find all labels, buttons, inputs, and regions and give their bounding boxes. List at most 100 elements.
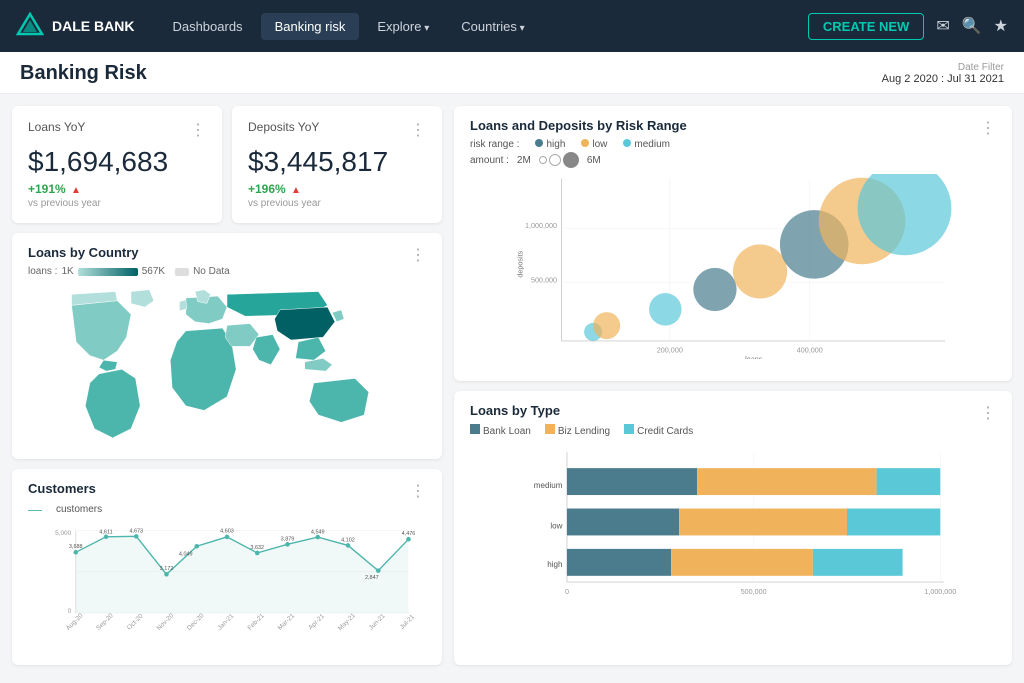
customers-chart-svg: 5,000 0 [28,526,426,636]
date-filter[interactable]: Date Filter Aug 2 2020 : Jul 31 2021 [882,62,1004,85]
bar-medium-biz [697,468,876,495]
svg-text:4,673: 4,673 [129,528,143,534]
loans-by-country-card: Loans by Country loans : 1K 567K No Data… [12,233,442,459]
svg-text:Nov-20: Nov-20 [156,612,176,632]
deposits-yoy-value: $3,445,817 [248,146,426,178]
logo-icon [16,12,44,40]
customers-legend-label: customers [56,504,102,515]
deposits-yoy-card: Deposits YoY ⋮ $3,445,817 +196% ▲ vs pre… [232,106,442,223]
svg-text:4,603: 4,603 [220,528,234,534]
scatter-svg: 1,000,000 500,000 200,000 400,000 loans … [470,174,996,359]
create-new-button[interactable]: CREATE NEW [808,13,924,40]
world-map [28,287,426,447]
scatter-card: Loans and Deposits by Risk Range risk ra… [454,106,1012,381]
bar-chart-svg: medium low high 0 500,000 1,000,000 [470,443,996,618]
bar-legend-bank: Bank Loan [470,424,531,437]
svg-text:low: low [550,521,562,530]
deposits-yoy-sub: vs previous year [248,198,426,209]
loans-yoy-sub: vs previous year [28,198,206,209]
svg-text:deposits: deposits [516,250,525,277]
scatter-legend-low: low [581,139,607,150]
svg-text:Jun-21: Jun-21 [368,612,387,631]
loans-by-type-card: Loans by Type Bank Loan Biz Lending Cred… [454,391,1012,666]
page-header: Banking Risk Date Filter Aug 2 2020 : Ju… [0,52,1024,94]
logo[interactable]: DALE BANK [16,12,134,40]
svg-text:4,102: 4,102 [341,538,355,544]
star-icon[interactable]: ★ [994,16,1008,36]
customers-legend: — customers [28,502,102,516]
svg-text:Dec-20: Dec-20 [186,612,206,632]
date-filter-label: Date Filter [882,62,1004,73]
bar-low-credit [847,508,940,535]
svg-text:loans: loans [745,355,763,359]
nav-countries[interactable]: Countries [447,13,538,40]
date-filter-value: Aug 2 2020 : Jul 31 2021 [882,73,1004,85]
svg-text:Jan-21: Jan-21 [217,612,236,631]
svg-text:4,049: 4,049 [179,551,193,557]
bar-medium-bank [567,468,697,495]
nav-explore[interactable]: Explore [363,13,443,40]
svg-text:4,476: 4,476 [402,531,416,537]
svg-text:Oct-20: Oct-20 [126,613,145,632]
svg-text:Mar-21: Mar-21 [277,612,297,632]
bar-high-credit [813,548,903,575]
svg-text:0: 0 [565,587,569,595]
svg-text:2,847: 2,847 [365,575,379,581]
customers-menu[interactable]: ⋮ [410,481,426,501]
bar-chart-title: Loans by Type [470,403,693,418]
deposits-yoy-menu[interactable]: ⋮ [410,120,426,140]
svg-text:1,000,000: 1,000,000 [525,221,557,230]
map-menu[interactable]: ⋮ [410,245,426,265]
search-icon[interactable]: 🔍 [962,16,982,36]
nav-icon-group: ✉ 🔍 ★ [936,16,1008,36]
bar-low-biz [679,508,847,535]
left-column: Loans YoY ⋮ $1,694,683 +191% ▲ vs previo… [12,106,442,665]
mail-icon[interactable]: ✉ [936,16,949,36]
nav-links: Dashboards Banking risk Explore Countrie… [158,13,924,40]
kpi-row: Loans YoY ⋮ $1,694,683 +191% ▲ vs previo… [12,106,442,223]
bar-high-biz [671,548,813,575]
map-legend: loans : 1K 567K No Data [28,266,230,277]
bar-legend-biz: Biz Lending [545,424,610,437]
map-legend-nodata: No Data [193,266,230,277]
svg-text:May-21: May-21 [337,612,357,632]
svg-text:500,000: 500,000 [531,275,557,284]
svg-text:Sep-20: Sep-20 [95,612,115,632]
navbar: DALE BANK Dashboards Banking risk Explor… [0,0,1024,52]
nav-dashboards[interactable]: Dashboards [158,13,256,40]
loans-yoy-label: Loans YoY [28,120,85,134]
map-card-title: Loans by Country [28,245,230,260]
page-title: Banking Risk [20,62,147,85]
bar-menu[interactable]: ⋮ [980,403,996,423]
scatter-risk-label: risk range : [470,139,519,150]
deposits-yoy-change: +196% ▲ [248,182,426,196]
right-column: Loans and Deposits by Risk Range risk ra… [454,106,1012,665]
svg-text:Feb-21: Feb-21 [247,612,267,632]
svg-text:4,611: 4,611 [99,529,112,535]
scatter-legend: risk range : high low medium [470,139,687,150]
map-nodata-swatch [175,268,189,276]
map-legend-label: loans : [28,266,57,277]
scatter-menu[interactable]: ⋮ [980,118,996,138]
world-map-svg [28,287,426,447]
svg-text:200,000: 200,000 [657,346,683,355]
scatter-amount-legend: amount : 2M 6M [470,152,687,168]
customers-title: Customers [28,481,102,496]
bar-legend: Bank Loan Biz Lending Credit Cards [470,424,693,437]
map-gradient [78,268,138,276]
deposits-yoy-label: Deposits YoY [248,120,319,134]
svg-text:3,688: 3,688 [69,544,83,550]
loans-yoy-change: +191% ▲ [28,182,206,196]
main-content: Loans YoY ⋮ $1,694,683 +191% ▲ vs previo… [0,94,1024,677]
loans-yoy-menu[interactable]: ⋮ [190,120,206,140]
svg-text:Jul-21: Jul-21 [399,613,417,631]
svg-text:400,000: 400,000 [797,346,823,355]
bar-low-bank [567,508,679,535]
svg-text:5,000: 5,000 [55,530,71,537]
scatter-legend-medium: medium [623,139,670,150]
svg-text:high: high [547,559,562,568]
map-legend-low: 1K [61,266,73,277]
svg-text:1,000,000: 1,000,000 [924,587,956,595]
svg-text:0: 0 [68,608,72,615]
nav-banking-risk[interactable]: Banking risk [261,13,360,40]
